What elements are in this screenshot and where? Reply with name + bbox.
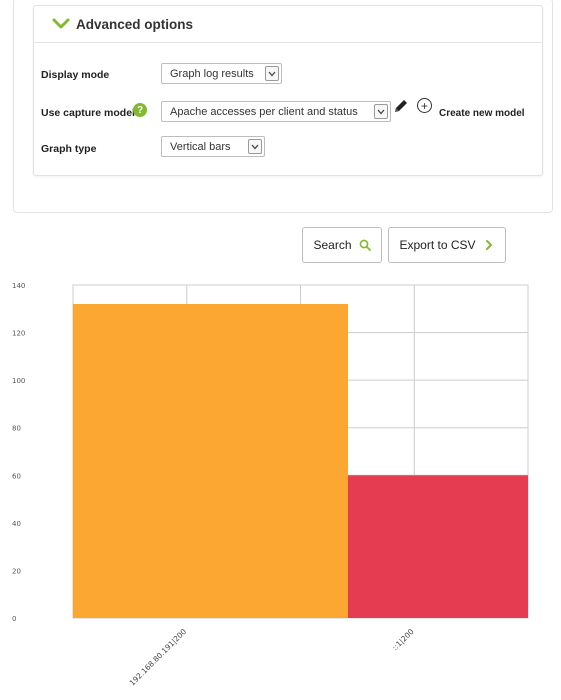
y-tick-label: 60 (12, 472, 21, 480)
pencil-icon[interactable] (392, 97, 410, 115)
chevron-right-icon (485, 240, 492, 250)
graph-type-label: Graph type (41, 143, 97, 155)
bar (348, 475, 528, 618)
y-tick-label: 20 (12, 567, 21, 575)
bar (73, 304, 348, 618)
advanced-options-header[interactable]: Advanced options (34, 6, 542, 43)
capture-model-select[interactable]: Apache accesses per client and status (161, 101, 391, 122)
graph-type-select[interactable]: Vertical bars (161, 136, 265, 157)
help-icon[interactable]: ? (133, 103, 147, 117)
display-mode-value: Graph log results (170, 67, 254, 80)
export-csv-button[interactable]: Export to CSV (388, 227, 506, 263)
y-tick-label: 100 (12, 377, 25, 385)
x-tick-label: ::1|200 (390, 627, 415, 652)
search-button[interactable]: Search (302, 227, 382, 263)
y-tick-label: 0 (12, 615, 16, 623)
y-tick-label: 40 (12, 520, 21, 528)
x-tick-label: 192.168.80.191|200 (128, 627, 189, 688)
display-mode-label: Display mode (41, 69, 110, 81)
search-button-label: Search (313, 238, 352, 252)
chevron-down-icon (248, 139, 262, 154)
y-tick-label: 80 (12, 425, 21, 433)
display-mode-select[interactable]: Graph log results (161, 63, 282, 84)
graph-type-value: Vertical bars (170, 140, 231, 153)
export-csv-label: Export to CSV (399, 238, 476, 252)
chevron-down-icon (52, 18, 70, 29)
create-new-model-link[interactable]: Create new model (439, 108, 525, 119)
y-tick-label: 120 (12, 330, 25, 338)
chevron-down-icon (265, 66, 279, 81)
capture-model-value: Apache accesses per client and status (170, 105, 358, 118)
bar-chart: 0 20 40 60 80 100 120 140192.168.80.191|200::1|… (12, 282, 529, 688)
chevron-down-icon (374, 104, 388, 119)
advanced-options-title: Advanced options (76, 16, 194, 32)
y-tick-label: 140 (12, 282, 25, 290)
add-circle-icon[interactable]: + (417, 98, 432, 113)
search-icon (359, 239, 371, 251)
advanced-options-panel: Advanced options Display mode Graph log … (33, 5, 543, 176)
capture-model-label: Use capture model (41, 107, 135, 119)
